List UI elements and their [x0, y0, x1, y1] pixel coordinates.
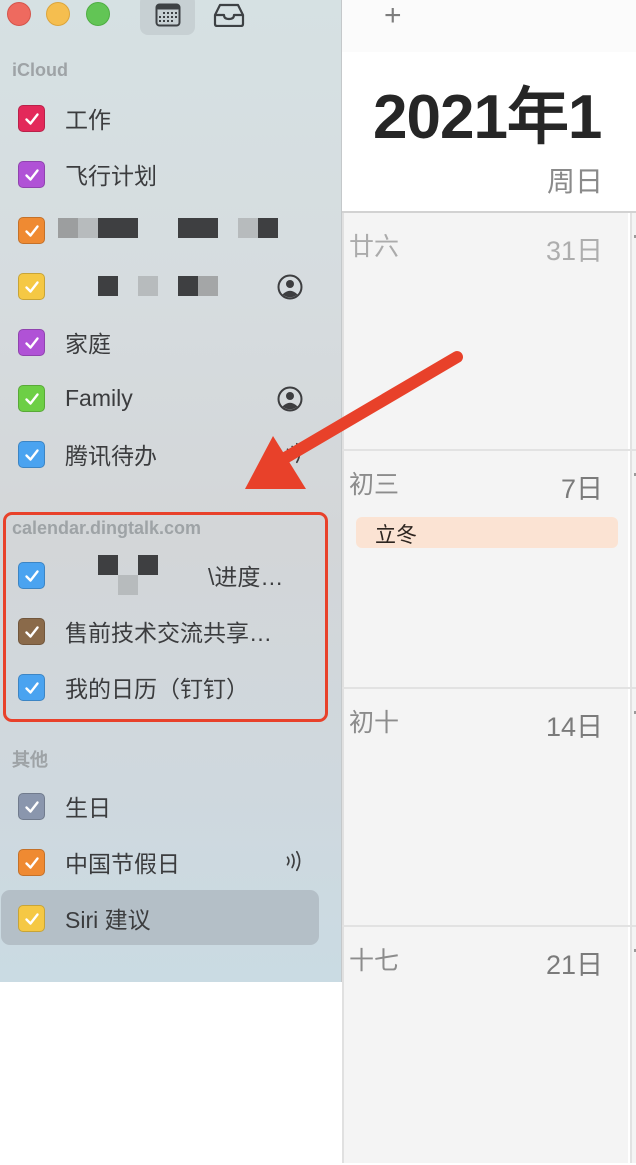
checkmark-icon: [24, 168, 39, 181]
calendar-checkbox[interactable]: [18, 385, 45, 412]
lunar-date: 初十: [349, 709, 400, 737]
calendar-item[interactable]: 家庭: [0, 314, 341, 370]
calendar-item[interactable]: 生日: [0, 778, 341, 834]
lunar-date: 十七: [349, 947, 400, 975]
calendar-label: 家庭: [65, 331, 111, 357]
day-cell-next[interactable]: [630, 927, 636, 1163]
calendar-item[interactable]: [0, 202, 341, 258]
week-row: 初三 7日 立冬: [342, 451, 636, 689]
inbox-icon: [213, 3, 244, 27]
calendar-item[interactable]: 飞行计划: [0, 146, 341, 202]
calendar-list-icloud: 工作 飞行计划 家庭 Family 腾讯待办: [0, 90, 341, 482]
calendar-item[interactable]: 中国节假日: [0, 834, 341, 890]
section-title-other: 其他: [12, 750, 48, 770]
event-pill[interactable]: 立冬: [356, 517, 618, 548]
calendar-item[interactable]: 腾讯待办: [0, 426, 341, 482]
calendar-list-other: 生日 中国节假日 Siri 建议: [0, 778, 341, 946]
checkmark-icon: [24, 280, 39, 293]
day-cell-next[interactable]: [630, 451, 636, 687]
checkmark-icon: [24, 336, 39, 349]
section-title-icloud: iCloud: [12, 60, 68, 80]
calendar-label: 飞行计划: [65, 163, 157, 189]
calendar-label: 中国节假日: [65, 851, 180, 877]
window-zoom-button[interactable]: [86, 2, 110, 26]
lunar-date: 初三: [349, 471, 400, 499]
week-row: 十七 21日: [342, 927, 636, 1165]
calendar-main: + 2021年1 周日 廿六 31日 初三 7日 立冬 初十 14日 十七 21…: [342, 0, 636, 1163]
week-row: 廿六 31日: [342, 213, 636, 451]
calendar-item-selected[interactable]: Siri 建议: [0, 890, 341, 946]
calendar-label: 腾讯待办: [65, 443, 157, 469]
inbox-button[interactable]: [201, 0, 256, 35]
checkmark-icon: [24, 112, 39, 125]
calendar-checkbox[interactable]: [18, 905, 45, 932]
day-cell[interactable]: 初三 7日 立冬: [342, 451, 628, 687]
calendar-checkbox[interactable]: [18, 273, 45, 300]
calendar-label: Family: [65, 384, 133, 411]
calendar-checkbox[interactable]: [18, 217, 45, 244]
calendar-checkbox[interactable]: [18, 329, 45, 356]
checkmark-icon: [24, 392, 39, 405]
shared-person-icon[interactable]: [277, 274, 303, 300]
annotation-highlight-box: [3, 512, 328, 722]
calendar-checkbox[interactable]: [18, 105, 45, 132]
calendar-item[interactable]: 工作: [0, 90, 341, 146]
calendar-checkbox[interactable]: [18, 849, 45, 876]
month-title: 2021年1: [373, 83, 602, 152]
window-minimize-button[interactable]: [46, 2, 70, 26]
calendar-icon: [155, 3, 180, 26]
calendar-checkbox[interactable]: [18, 161, 45, 188]
subscribed-broadcast-icon[interactable]: [281, 848, 307, 874]
calendar-list-toggle-button[interactable]: [140, 0, 195, 35]
day-number: 14日: [545, 712, 603, 742]
week-row: 初十 14日: [342, 689, 636, 927]
lunar-date: 廿六: [349, 233, 400, 261]
calendar-checkbox[interactable]: [18, 793, 45, 820]
day-cell[interactable]: 廿六 31日: [342, 213, 628, 449]
event-title: 立冬: [375, 524, 417, 547]
calendar-label: 工作: [65, 107, 111, 133]
day-cell-next[interactable]: [630, 213, 636, 449]
day-cell[interactable]: 十七 21日: [342, 927, 628, 1163]
toolbar: +: [342, 0, 636, 52]
calendar-label: 生日: [65, 795, 111, 821]
window-close-button[interactable]: [7, 2, 31, 26]
subscribed-broadcast-icon[interactable]: [281, 440, 307, 466]
day-number: 7日: [560, 474, 603, 504]
sidebar: iCloud 工作 飞行计划 家庭 Family 腾讯待办 calendar.d…: [0, 0, 342, 982]
calendar-item[interactable]: Family: [0, 370, 341, 426]
weekday-header: 周日: [547, 166, 604, 197]
day-number: 21日: [545, 950, 603, 980]
checkmark-icon: [24, 856, 39, 869]
day-cell[interactable]: 初十 14日: [342, 689, 628, 925]
calendar-checkbox[interactable]: [18, 441, 45, 468]
checkmark-icon: [24, 912, 39, 925]
checkmark-icon: [24, 224, 39, 237]
checkmark-icon: [24, 448, 39, 461]
day-number: 31日: [545, 236, 603, 266]
calendar-label: Siri 建议: [65, 907, 151, 933]
calendar-item[interactable]: [0, 258, 341, 314]
shared-person-icon[interactable]: [277, 386, 303, 412]
checkmark-icon: [24, 800, 39, 813]
day-cell-next[interactable]: [630, 689, 636, 925]
add-event-button[interactable]: +: [384, 0, 402, 36]
